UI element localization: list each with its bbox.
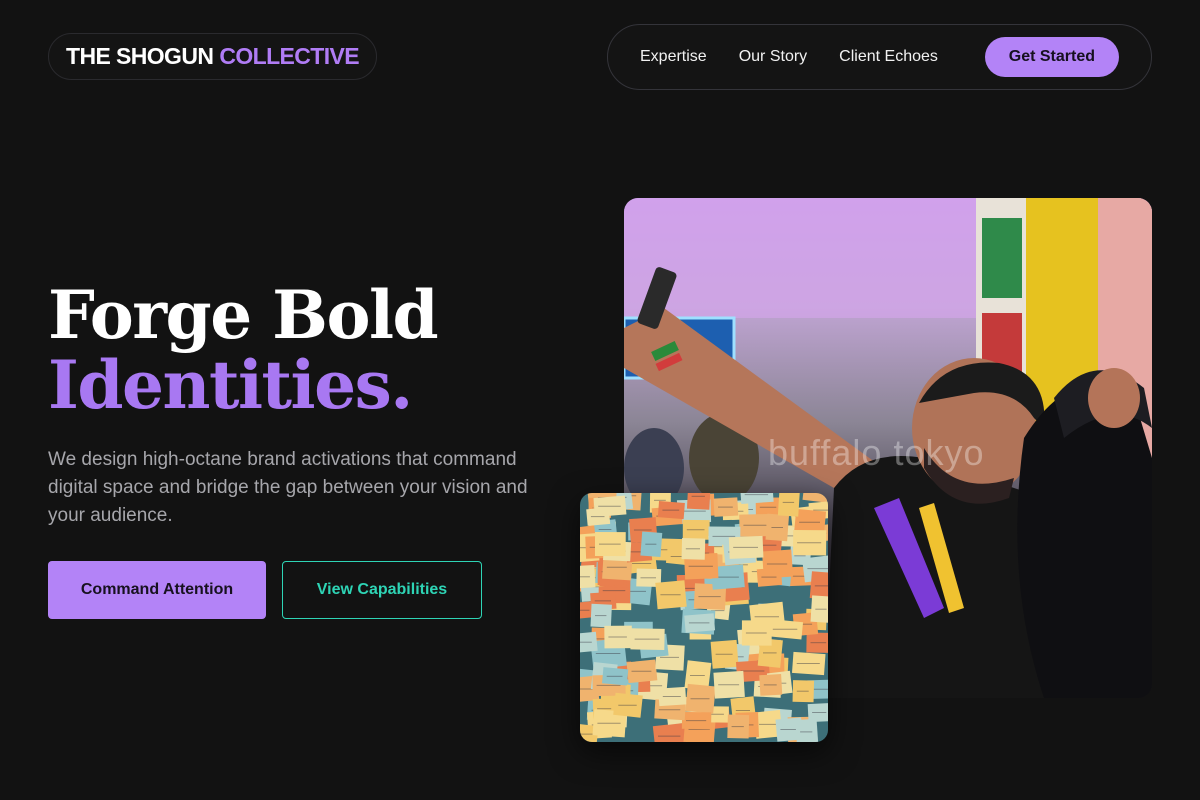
sticky-note: [652, 722, 687, 742]
sticky-note: [802, 493, 828, 503]
sticky-notes-illustration: [580, 493, 828, 742]
command-attention-button[interactable]: Command Attention: [48, 561, 266, 619]
hero-description: We design high-octane brand activations …: [48, 449, 528, 526]
headline-line-1: Forge Bold: [48, 276, 439, 354]
hero-headline: Forge Bold Identities.: [48, 276, 439, 424]
sticky-note: [795, 718, 819, 742]
nav-item-client-echoes[interactable]: Client Echoes: [839, 48, 938, 66]
brand-name-accent: COLLECTIVE: [219, 43, 360, 69]
get-started-button[interactable]: Get Started: [984, 37, 1119, 77]
nav-item-expertise[interactable]: Expertise: [640, 48, 707, 66]
photo-watermark: buffalo tokyo: [768, 432, 985, 473]
sticky-notes-photo: [580, 493, 828, 742]
landing-page: THE SHOGUN COLLECTIVE Expertise Our Stor…: [0, 0, 1200, 800]
headline-line-2: Identities.: [48, 346, 413, 424]
nav-item-our-story[interactable]: Our Story: [739, 48, 807, 66]
sticky-note: [686, 493, 711, 510]
brand-logo[interactable]: THE SHOGUN COLLECTIVE: [48, 33, 378, 80]
sticky-note: [777, 493, 800, 517]
main-nav: Expertise Our Story Client Echoes Get St…: [607, 24, 1152, 90]
brand-name-primary: THE SHOGUN: [66, 43, 214, 69]
view-capabilities-button[interactable]: View Capabilities: [282, 561, 482, 619]
